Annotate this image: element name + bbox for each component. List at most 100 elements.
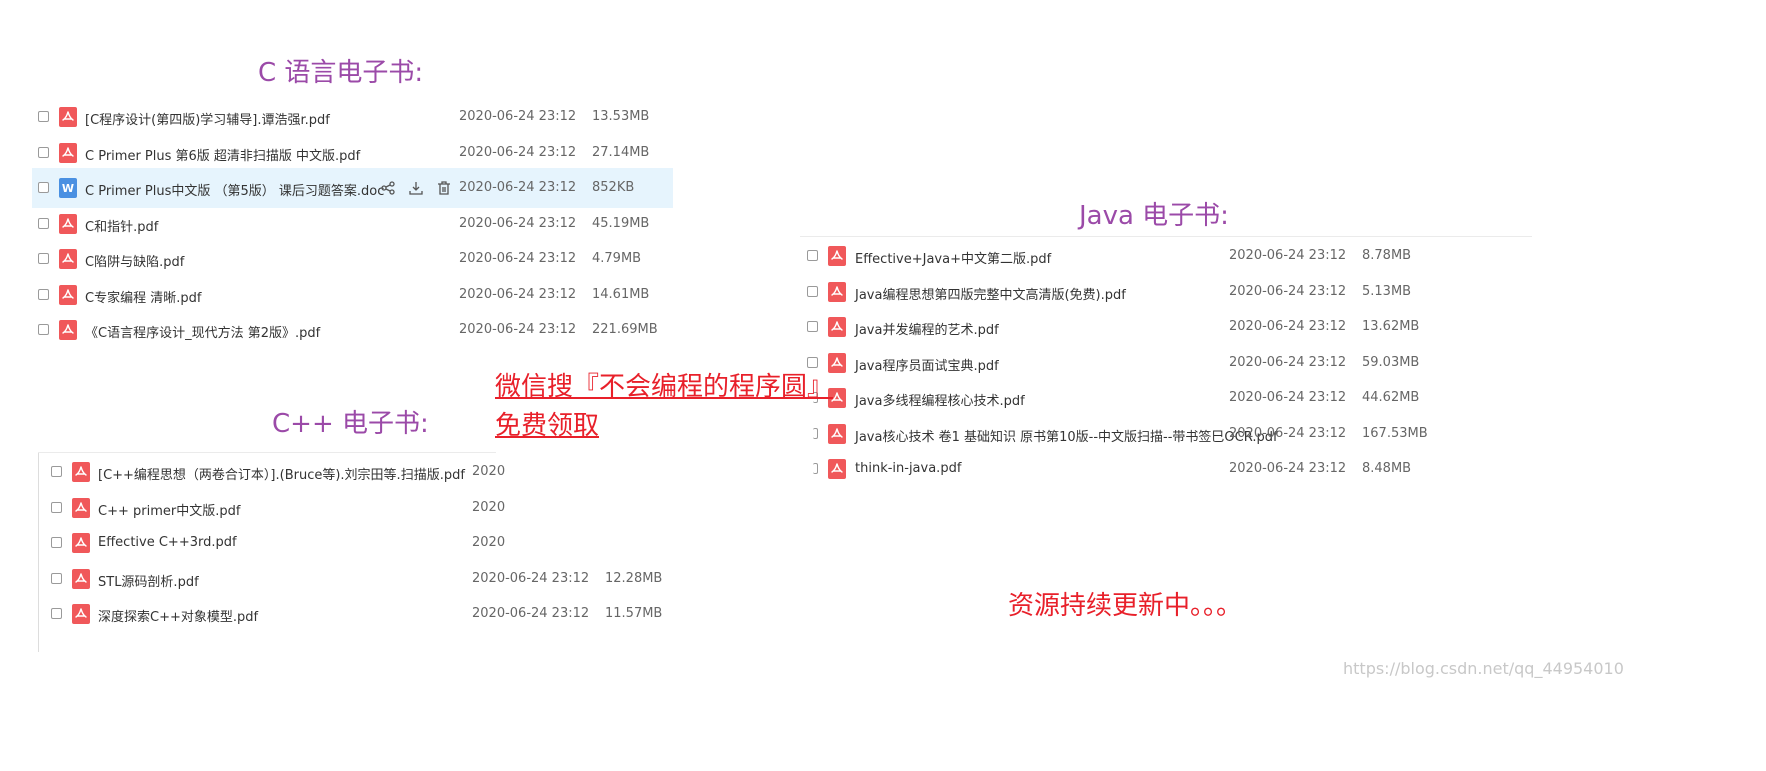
row-checkbox[interactable]: [38, 217, 49, 229]
row-checkbox[interactable]: [51, 537, 62, 548]
file-row[interactable]: Java多线程编程核心技术.pdf 2020-06-24 23:12 44.62MB: [800, 378, 1532, 418]
file-name[interactable]: Java核心技术 卷1 基础知识 原书第10版--中文版扫描--带书签巳OCR.…: [855, 426, 1278, 445]
download-icon[interactable]: [409, 181, 423, 195]
file-date: 2020-06-24 23:12: [1229, 319, 1347, 334]
row-checkbox[interactable]: [807, 285, 818, 297]
file-row[interactable]: Effective+Java+中文第二版.pdf 2020-06-24 23:12…: [800, 236, 1532, 276]
file-row[interactable]: Java并发编程的艺术.pdf 2020-06-24 23:12 13.62MB: [800, 307, 1532, 347]
file-date: 2020-06-24 23:12: [459, 180, 577, 195]
file-size: 8.48MB: [1362, 461, 1412, 476]
file-row[interactable]: [C++编程思想（两卷合订本）].(Bruce等).刘宗田等.扫描版.pdf 20…: [38, 452, 678, 492]
file-row[interactable]: W C Primer Plus中文版 （第5版） 课后习题答案.doc 2020-0…: [32, 168, 673, 208]
file-row[interactable]: C专家编程 清晰.pdf 2020-06-24 23:12 14.61MB: [32, 275, 673, 315]
file-name[interactable]: Java程序员面试宝典.pdf: [855, 355, 999, 374]
file-date: 2020-06-24 23:12: [1229, 283, 1347, 299]
file-name[interactable]: C和指针.pdf: [85, 216, 158, 235]
file-row[interactable]: C陷阱与缺陷.pdf 2020-06-24 23:12 4.79MB: [32, 239, 673, 279]
row-checkbox[interactable]: [813, 427, 818, 439]
file-row[interactable]: think-in-java.pdf 2020-06-24 23:12 8.48MB: [800, 449, 1532, 489]
file-name[interactable]: 深度探索C++对象模型.pdf: [98, 606, 258, 625]
file-name[interactable]: [C程序设计(第四版)学习辅导].谭浩强r.pdf: [85, 109, 330, 128]
file-date: 2020-06-24 23:12: [459, 215, 577, 231]
file-date: 2020: [472, 535, 506, 550]
row-checkbox[interactable]: [51, 572, 62, 584]
file-name[interactable]: Java并发编程的艺术.pdf: [855, 319, 999, 338]
pdf-file-icon: [828, 317, 846, 337]
file-row[interactable]: 深度探索C++对象模型.pdf 2020-06-24 23:12 11.57MB: [38, 594, 678, 634]
file-date: 2020-06-24 23:12: [1229, 248, 1347, 263]
pdf-file-icon: [72, 497, 90, 518]
file-date: 2020-06-24 23:12: [459, 109, 577, 124]
file-row[interactable]: Java程序员面试宝典.pdf 2020-06-24 23:12 59.03MB: [800, 343, 1532, 383]
file-name[interactable]: 《C语言程序设计_现代方法 第2版》.pdf: [85, 322, 320, 341]
promo-line-2[interactable]: 免费领取: [495, 405, 599, 442]
file-size: 8.78MB: [1362, 248, 1412, 263]
row-checkbox[interactable]: [38, 324, 49, 335]
file-size: 221.69MB: [592, 322, 658, 337]
file-name[interactable]: C陷阱与缺陷.pdf: [85, 251, 184, 270]
file-date: 2020-06-24 23:12: [459, 322, 577, 337]
row-checkbox[interactable]: [51, 466, 62, 477]
pdf-file-icon: [828, 459, 846, 479]
promo-line-1[interactable]: 微信搜『不会编程的程序圆』: [495, 366, 833, 403]
row-checkbox[interactable]: [813, 463, 818, 474]
file-row[interactable]: 《C语言程序设计_现代方法 第2版》.pdf 2020-06-24 23:12 22…: [32, 310, 673, 350]
file-size: 44.62MB: [1362, 390, 1420, 405]
c-file-list: [C程序设计(第四版)学习辅导].谭浩强r.pdf 2020-06-24 23:1…: [32, 97, 673, 347]
cpp-section-title: C++ 电子书:: [272, 409, 429, 439]
file-name[interactable]: C专家编程 清晰.pdf: [85, 287, 201, 306]
file-size: 27.14MB: [592, 144, 650, 160]
file-name[interactable]: C Primer Plus 第6版 超清非扫描版 中文版.pdf: [85, 145, 360, 164]
row-checkbox[interactable]: [38, 111, 49, 122]
file-row[interactable]: [C程序设计(第四版)学习辅导].谭浩强r.pdf 2020-06-24 23:1…: [32, 97, 673, 137]
c-section-title: C 语言电子书:: [258, 58, 424, 88]
file-date: 2020-06-24 23:12: [1229, 461, 1347, 476]
row-checkbox[interactable]: [38, 288, 49, 300]
row-checkbox[interactable]: [51, 501, 62, 513]
file-name[interactable]: STL源码剖析.pdf: [98, 571, 199, 590]
file-row[interactable]: Java编程思想第四版完整中文高清版(免费).pdf 2020-06-24 23:…: [800, 272, 1532, 312]
file-size: 12.28MB: [605, 570, 663, 586]
file-row[interactable]: C和指针.pdf 2020-06-24 23:12 45.19MB: [32, 204, 673, 244]
file-name[interactable]: Effective C++3rd.pdf: [98, 535, 237, 550]
file-name[interactable]: C++ primer中文版.pdf: [98, 500, 240, 519]
row-checkbox[interactable]: [38, 182, 49, 193]
pdf-file-icon: [59, 249, 77, 269]
watermark: https://blog.csdn.net/qq_44954010: [1343, 659, 1624, 678]
file-date: 2020-06-24 23:12: [472, 606, 590, 621]
file-row[interactable]: C Primer Plus 第6版 超清非扫描版 中文版.pdf 2020-06-…: [32, 133, 673, 173]
file-row[interactable]: C++ primer中文版.pdf 2020: [38, 488, 678, 528]
row-checkbox[interactable]: [38, 253, 49, 264]
row-checkbox[interactable]: [807, 250, 818, 261]
file-name[interactable]: think-in-java.pdf: [855, 461, 961, 476]
file-name[interactable]: Java多线程编程核心技术.pdf: [855, 390, 1025, 409]
pdf-file-icon: [59, 284, 77, 305]
file-row[interactable]: STL源码剖析.pdf 2020-06-24 23:12 12.28MB: [38, 559, 678, 599]
delete-icon[interactable]: [437, 181, 451, 195]
file-date: 2020: [472, 464, 506, 479]
file-row[interactable]: Java核心技术 卷1 基础知识 原书第10版--中文版扫描--带书签巳OCR.…: [800, 414, 1532, 454]
share-icon[interactable]: [381, 181, 395, 195]
row-checkbox[interactable]: [38, 146, 49, 158]
file-name[interactable]: Effective+Java+中文第二版.pdf: [855, 248, 1051, 267]
file-date: 2020-06-24 23:12: [1229, 390, 1347, 405]
row-actions: [381, 181, 451, 195]
update-notice: 资源持续更新中。。。: [1008, 591, 1243, 621]
pdf-file-icon: [59, 107, 77, 127]
file-size: 852KB: [592, 180, 635, 195]
pdf-file-icon: [72, 533, 90, 553]
file-size: 59.03MB: [1362, 354, 1420, 370]
row-checkbox[interactable]: [51, 608, 62, 619]
file-name[interactable]: [C++编程思想（两卷合订本）].(Bruce等).刘宗田等.扫描版.pdf: [98, 464, 465, 483]
pdf-file-icon: [59, 213, 77, 234]
file-name[interactable]: Java编程思想第四版完整中文高清版(免费).pdf: [855, 284, 1126, 303]
pdf-file-icon: [59, 320, 77, 340]
file-date: 2020-06-24 23:12: [1229, 425, 1347, 441]
file-date: 2020-06-24 23:12: [1229, 354, 1347, 370]
file-name[interactable]: C Primer Plus中文版 （第5版） 课后习题答案.doc: [85, 180, 384, 199]
pdf-file-icon: [59, 142, 77, 163]
row-checkbox[interactable]: [807, 321, 818, 332]
file-date: 2020-06-24 23:12: [459, 251, 577, 266]
file-row[interactable]: Effective C++3rd.pdf 2020: [38, 523, 678, 563]
word-file-icon: W: [59, 178, 77, 198]
